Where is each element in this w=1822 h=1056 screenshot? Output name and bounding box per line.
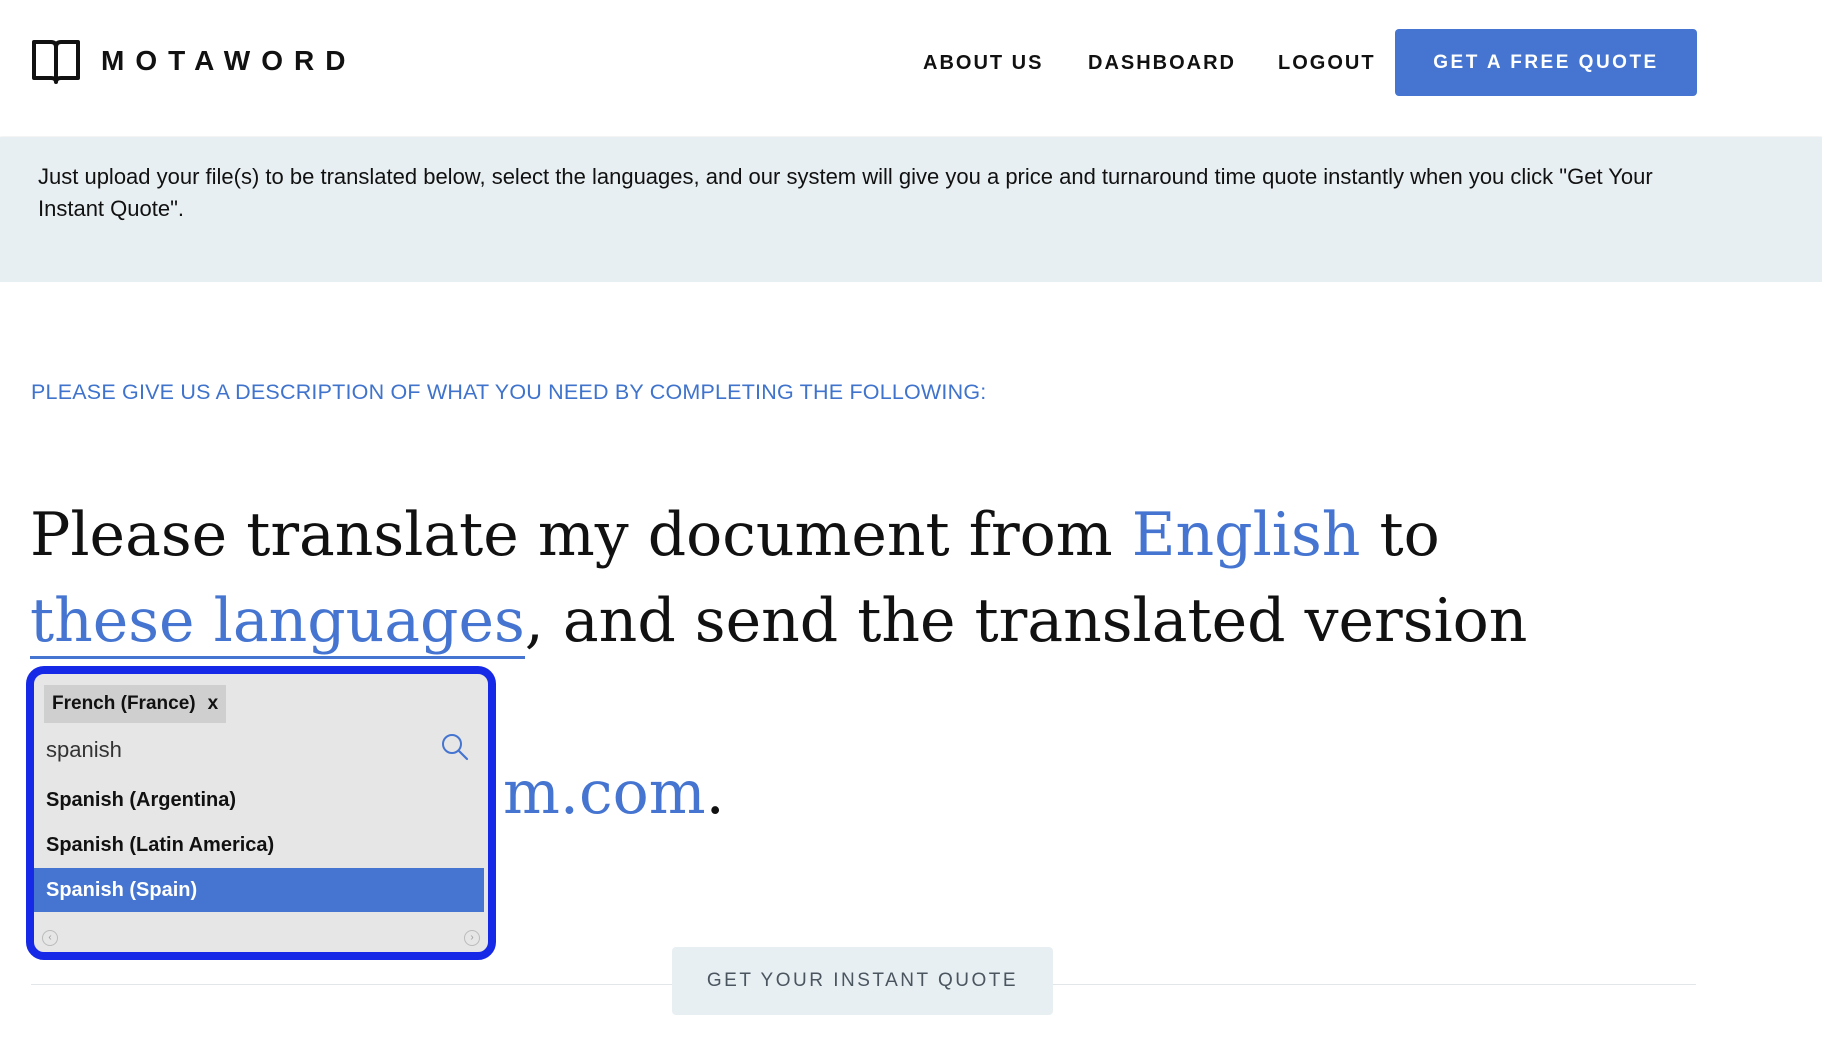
option-spanish-spain[interactable]: Spanish (Spain) [34,868,484,912]
info-banner: Just upload your file(s) to be translate… [0,137,1822,282]
scroll-right-icon[interactable]: › [464,930,480,946]
get-instant-quote-button[interactable]: GET YOUR INSTANT QUOTE [672,947,1053,1015]
selected-language-tag[interactable]: French (France) x [44,685,227,723]
language-select-dropdown[interactable]: French (France) x Spanish (Argentina) Sp… [26,666,496,960]
sentence-end: . [705,758,725,828]
nav-dashboard[interactable]: DASHBOARD [1088,0,1236,126]
sentence-part-2: to [1360,500,1440,570]
selected-language-label: French (France) [52,693,196,714]
scroll-left-icon[interactable]: ‹ [42,930,58,946]
logo-text: MOTAWORD [101,45,357,76]
get-free-quote-button[interactable]: GET A FREE QUOTE [1395,29,1697,96]
target-languages-link[interactable]: these languages [30,586,525,659]
option-spanish-latin-america[interactable]: Spanish (Latin America) [34,823,484,867]
nav-logout[interactable]: LOGOUT [1278,0,1376,126]
info-text: Just upload your file(s) to be translate… [38,164,1653,221]
book-logo-icon [32,40,80,84]
language-search-input[interactable] [44,730,448,770]
source-language-link[interactable]: English [1132,500,1361,570]
option-spanish-argentina[interactable]: Spanish (Argentina) [34,778,484,822]
nav-about-us[interactable]: ABOUT US [923,0,1043,126]
remove-tag-button[interactable]: x [208,693,219,715]
site-header: MOTAWORD ABOUT US DASHBOARD LOGOUT GET A… [0,0,1822,136]
form-heading: PLEASE GIVE US A DESCRIPTION OF WHAT YOU… [31,380,987,404]
motaword-logo[interactable]: MOTAWORD [31,38,356,84]
sentence-part-1: Please translate my document from [30,500,1132,570]
email-link[interactable]: m.com [503,758,706,828]
search-icon[interactable] [440,732,470,762]
